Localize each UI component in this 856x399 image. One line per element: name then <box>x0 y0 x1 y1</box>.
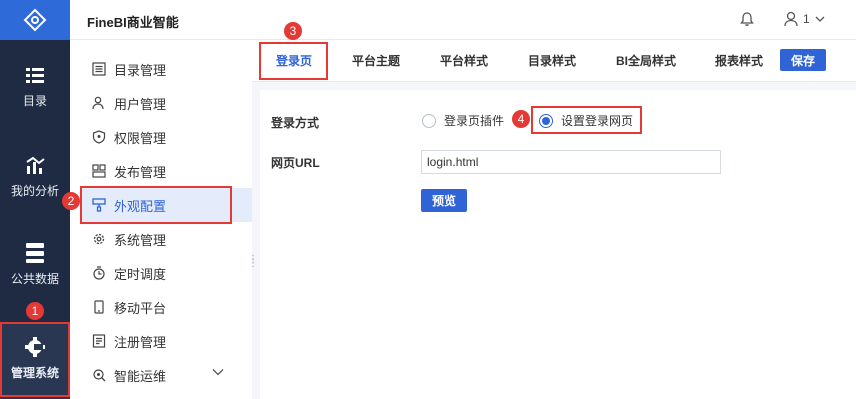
tab-report-style[interactable]: 报表样式 <box>715 52 763 69</box>
rail-item-label: 管理系统 <box>10 366 59 380</box>
url-label: 网页URL <box>271 156 320 170</box>
submenu-item-label: 发布管理 <box>114 164 167 180</box>
panel-resize-handle[interactable]: ⋮ ⋮ <box>248 255 258 269</box>
submenu-item-mobile-platform[interactable]: 移动平台 <box>80 290 252 324</box>
appearance-tabs: 登录页 平台主题 平台样式 目录样式 BI全局样式 报表样式 保存 <box>252 40 856 82</box>
submenu-item-user-mgmt[interactable]: 用户管理 <box>80 86 252 120</box>
submenu-item-schedule[interactable]: 定时调度 <box>80 256 252 290</box>
register-icon <box>92 334 106 348</box>
bell-icon[interactable] <box>739 11 755 27</box>
chart-icon <box>26 156 45 174</box>
user-icon <box>784 11 798 27</box>
top-header: FineBI商业智能 1 <box>70 0 856 40</box>
tab-bi-global-style[interactable]: BI全局样式 <box>616 52 676 69</box>
catalog-icon <box>26 68 44 83</box>
rail-item-public-data[interactable]: 公共数据 <box>0 242 70 287</box>
submenu-item-system-mgmt[interactable]: 系统管理 <box>80 222 252 256</box>
submenu-item-label: 注册管理 <box>114 334 167 350</box>
login-settings-panel: 登录方式 登录页插件 设置登录网页 网页URL 预览 <box>260 90 856 399</box>
user-icon <box>92 96 104 110</box>
annotation-badge-2: 2 <box>62 192 80 210</box>
brush-icon <box>92 198 106 212</box>
submenu-item-label: 目录管理 <box>114 62 167 78</box>
mobile-icon <box>94 300 104 314</box>
timer-icon <box>93 266 105 280</box>
tab-catalog-style[interactable]: 目录样式 <box>528 52 576 69</box>
app-title: FineBI商业智能 <box>87 15 179 30</box>
annotation-badge-3: 3 <box>284 22 302 40</box>
submenu-item-appearance-config[interactable]: 外观配置 <box>80 188 252 222</box>
radio-login-plugin[interactable]: 登录页插件 <box>422 112 504 129</box>
rail-item-label: 公共数据 <box>10 272 59 286</box>
radio-circle[interactable] <box>422 113 436 128</box>
submenu-item-label: 外观配置 <box>114 198 167 214</box>
submenu-item-label: 智能运维 <box>114 368 167 384</box>
rail-item-label: 目录 <box>22 94 47 108</box>
rail-item-catalog[interactable]: 目录 <box>0 66 70 109</box>
chevron-down-icon[interactable] <box>212 368 224 376</box>
left-rail: 目录 我的分析 公共数据 管理系统 <box>0 0 70 399</box>
logo-icon <box>23 8 47 32</box>
radio-custom-login-page[interactable]: 设置登录网页 <box>539 112 633 129</box>
login-method-label: 登录方式 <box>271 116 320 130</box>
radio-label: 设置登录网页 <box>561 114 634 128</box>
submenu-item-label: 权限管理 <box>114 130 167 146</box>
submenu-item-smart-ops[interactable]: 智能运维 <box>80 358 252 392</box>
radio-circle[interactable] <box>539 113 553 128</box>
rail-item-admin[interactable]: 管理系统 <box>0 324 70 399</box>
submenu-item-publish-mgmt[interactable]: 发布管理 <box>80 154 252 188</box>
submenu-item-catalog-mgmt[interactable]: 目录管理 <box>80 52 252 86</box>
chevron-down-icon <box>815 16 825 22</box>
list-icon <box>92 62 106 76</box>
rail-item-my-analysis[interactable]: 我的分析 <box>0 156 70 199</box>
url-input[interactable] <box>421 150 721 174</box>
submenu-item-permission-mgmt[interactable]: 权限管理 <box>80 120 252 154</box>
submenu-item-label: 系统管理 <box>114 232 167 248</box>
tab-platform-theme[interactable]: 平台主题 <box>352 52 400 69</box>
database-icon <box>26 243 44 263</box>
preview-button[interactable]: 预览 <box>421 189 467 212</box>
gear-icon <box>93 233 105 245</box>
admin-submenu: 目录管理 用户管理 权限管理 发布管理 外观配置 系统管理 定时调度 移动平台 … <box>70 40 252 399</box>
ops-icon <box>93 369 106 382</box>
user-name: 1 <box>803 12 810 26</box>
rail-item-label: 我的分析 <box>10 184 59 198</box>
tab-login-page[interactable]: 登录页 <box>276 52 312 69</box>
submenu-item-register-mgmt[interactable]: 注册管理 <box>80 324 252 358</box>
submenu-item-label: 定时调度 <box>114 266 167 282</box>
app-logo[interactable] <box>0 0 70 40</box>
submenu-item-label: 用户管理 <box>114 96 167 112</box>
annotation-badge-4: 4 <box>512 110 530 128</box>
settings-icon <box>25 337 45 357</box>
shield-icon <box>92 130 106 144</box>
tab-platform-style[interactable]: 平台样式 <box>440 52 488 69</box>
publish-icon <box>92 164 106 178</box>
annotation-badge-1: 1 <box>26 302 44 320</box>
submenu-item-label: 移动平台 <box>114 300 167 316</box>
save-button[interactable]: 保存 <box>780 49 826 71</box>
user-menu[interactable]: 1 <box>784 11 825 27</box>
radio-label: 登录页插件 <box>444 114 505 128</box>
